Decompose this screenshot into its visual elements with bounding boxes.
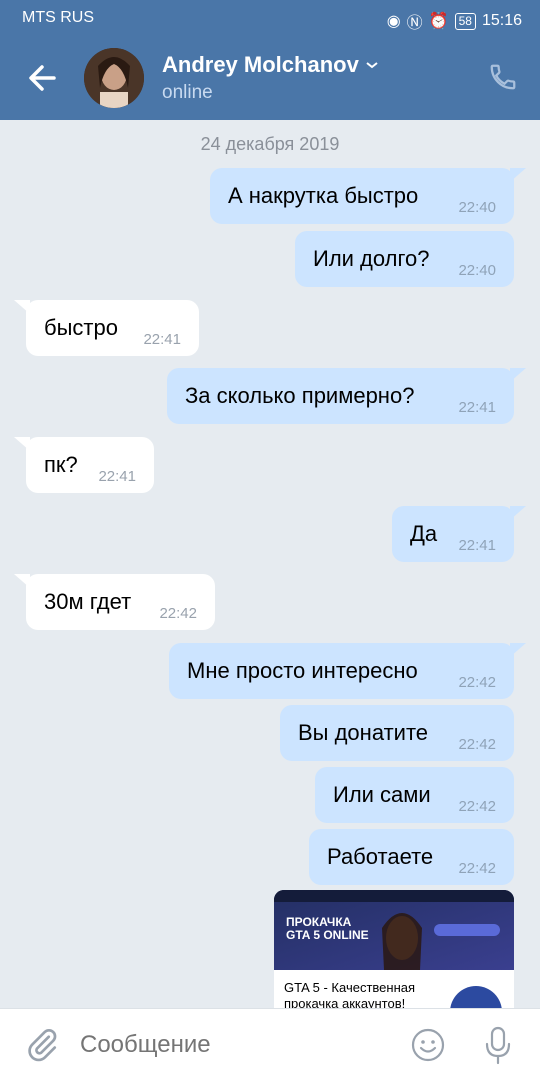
message-text: Или долго? xyxy=(313,246,430,271)
contact-name-text: Andrey Molchanov xyxy=(162,52,359,77)
message-text: Вы донатите xyxy=(298,720,429,745)
emoji-button[interactable] xyxy=(410,1027,446,1063)
contact-status: online xyxy=(162,82,213,103)
paperclip-icon xyxy=(28,1029,57,1062)
banner-line-2: GTA 5 ONLINE xyxy=(286,928,369,942)
chat-header: Andrey Molchanov online xyxy=(0,36,540,120)
message-bubble[interactable]: 30м гдет 22:42 xyxy=(14,574,215,630)
call-button[interactable] xyxy=(488,62,518,92)
message-bubble[interactable]: Вы донатите 22:42 xyxy=(280,705,514,761)
message-bubble[interactable]: Или сами 22:42 xyxy=(315,767,514,823)
message-text: Мне просто интересно xyxy=(187,658,418,683)
message-input[interactable] xyxy=(80,1023,390,1067)
attachment-title: GTA 5 - Качественная прокачка аккаунтов! xyxy=(284,980,416,1008)
message-time: 22:41 xyxy=(458,537,496,554)
back-button[interactable] xyxy=(24,56,64,100)
status-icons: ◉ Ⓝ ⏰ 58 15:16 xyxy=(387,9,522,33)
message-time: 22:41 xyxy=(458,399,496,416)
message-bubble[interactable]: Мне просто интересно 22:42 xyxy=(169,643,526,699)
message-text: пк? xyxy=(44,452,78,477)
message-time: 22:42 xyxy=(458,798,496,815)
message-bubble[interactable]: Работаете 22:42 xyxy=(309,829,514,885)
bubble-tail xyxy=(510,168,526,182)
message-bubble[interactable]: За сколько примерно? 22:41 xyxy=(167,368,526,424)
bubble-tail xyxy=(510,506,526,520)
message-time: 22:40 xyxy=(458,262,496,279)
attachment-thumbnail xyxy=(450,986,502,1008)
microphone-icon xyxy=(485,1026,511,1065)
attachment-preview-image: ПРОКАЧКА GTA 5 ONLINE xyxy=(274,890,514,970)
message-time: 22:42 xyxy=(159,605,197,622)
message-text: 30м гдет xyxy=(44,589,132,614)
bubble-tail xyxy=(14,437,30,451)
attach-button[interactable] xyxy=(24,1027,60,1063)
message-bubble[interactable]: пк? 22:41 xyxy=(14,437,154,493)
bubble-tail xyxy=(14,574,30,588)
message-text: быстро xyxy=(44,315,118,340)
message-bubble[interactable]: Или долго? 22:40 xyxy=(295,231,514,287)
message-time: 22:42 xyxy=(458,860,496,877)
carrier-label: MTS RUS xyxy=(22,9,94,26)
message-text: За сколько примерно? xyxy=(185,383,415,408)
message-list[interactable]: 24 декабря 2019 А накрутка быстро 22:40 … xyxy=(0,120,540,1008)
message-input-bar xyxy=(0,1008,540,1080)
bubble-tail xyxy=(510,368,526,382)
message-bubble[interactable]: Да 22:41 xyxy=(392,506,526,562)
voice-message-button[interactable] xyxy=(480,1025,516,1065)
message-time: 22:42 xyxy=(458,674,496,691)
message-time: 22:41 xyxy=(98,468,136,485)
message-time: 22:41 xyxy=(143,331,181,348)
back-arrow-icon xyxy=(29,65,56,91)
message-text: Работаете xyxy=(327,844,434,869)
avatar[interactable] xyxy=(84,48,144,108)
battery-level: 58 xyxy=(454,12,476,30)
contact-name[interactable]: Andrey Molchanov xyxy=(162,52,379,78)
eye-icon: ◉ xyxy=(386,13,401,30)
status-bar: MTS RUS ◉ Ⓝ ⏰ 58 15:16 xyxy=(0,0,540,36)
chevron-down-icon xyxy=(366,62,378,69)
message-bubble[interactable]: А накрутка быстро 22:40 xyxy=(210,168,526,224)
bubble-tail xyxy=(510,643,526,657)
smile-icon xyxy=(411,1028,445,1062)
message-time: 22:40 xyxy=(458,199,496,216)
bubble-tail xyxy=(14,300,30,314)
status-time: 15:16 xyxy=(481,12,522,29)
message-text: Или сами xyxy=(333,782,431,807)
date-separator: 24 декабря 2019 xyxy=(200,134,340,154)
message-bubble[interactable]: быстро 22:41 xyxy=(14,300,199,356)
message-text: Да xyxy=(410,521,438,546)
nfc-icon: Ⓝ xyxy=(406,15,423,32)
phone-icon xyxy=(490,64,516,90)
message-text: А накрутка быстро xyxy=(228,183,419,208)
message-time: 22:42 xyxy=(458,736,496,753)
alarm-icon: ⏰ xyxy=(428,13,449,30)
link-attachment-card[interactable]: ПРОКАЧКА GTA 5 ONLINE GTA 5 - Качественн… xyxy=(274,890,514,1008)
